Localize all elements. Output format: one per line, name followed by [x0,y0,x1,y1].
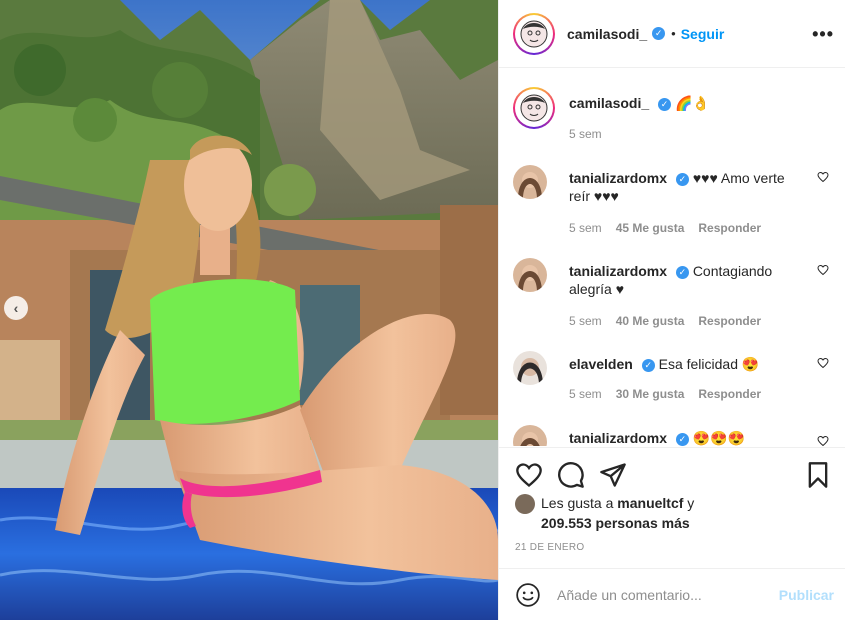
caption-text: 🌈👌 [674,95,710,111]
likes-suffix: y [683,495,695,511]
post-image [0,0,498,620]
comment-username[interactable]: tanializardomx [569,430,667,446]
chevron-left-icon: ‹ [13,300,19,316]
commenter-avatar[interactable] [513,425,547,446]
follow-button[interactable]: Seguir [681,26,725,42]
verified-icon: ✓ [675,432,689,446]
comments-list[interactable]: camilasodi_ ✓ 🌈👌 5 sem tanializardomx ✓ … [499,69,845,446]
caption-time[interactable]: 5 sem [569,127,602,141]
verified-icon: ✓ [675,172,689,186]
author-username[interactable]: camilasodi_ [567,26,647,42]
post-side-panel: camilasodi_ ✓ • Seguir ••• camilasodi_ ✓… [498,0,845,620]
emoji-icon[interactable] [515,582,541,608]
caption-username[interactable]: camilasodi_ [569,95,649,111]
comment-time[interactable]: 5 sem [569,221,602,235]
like-comment-heart-icon[interactable] [817,264,829,276]
comment-likes[interactable]: 30 Me gusta [616,387,685,401]
comment-time[interactable]: 5 sem [569,314,602,328]
comment-username[interactable]: tanializardomx [569,170,667,186]
verified-icon: ✓ [652,27,666,40]
add-comment-bar: Publicar [499,568,845,620]
comment-text: 😍😍😍 [692,430,746,446]
comment-item: tanializardomx ✓ ♥♥♥ Amo verte reír ♥♥♥ … [513,165,833,245]
comment-input[interactable] [557,586,767,603]
post-date[interactable]: 21 DE ENERO [515,542,584,553]
comment-likes[interactable]: 40 Me gusta [616,314,685,328]
like-comment-heart-icon[interactable] [817,171,829,183]
bookmark-icon[interactable] [804,461,832,489]
comment-time[interactable]: 5 sem [569,387,602,401]
reply-button[interactable]: Responder [698,314,761,328]
heart-icon[interactable] [515,461,543,489]
like-comment-heart-icon[interactable] [817,435,829,446]
commenter-avatar[interactable] [513,165,547,199]
post-header: camilasodi_ ✓ • Seguir ••• [499,0,845,68]
likes-count[interactable]: 209.553 personas más [541,515,690,531]
like-comment-heart-icon[interactable] [817,357,829,369]
caption: camilasodi_ ✓ 🌈👌 5 sem [513,87,833,151]
comment-text: Esa felicidad 😍 [658,356,760,372]
separator-dot: • [671,26,676,41]
verified-icon: ✓ [658,97,672,111]
publish-button[interactable]: Publicar [779,587,834,603]
author-avatar[interactable] [513,12,555,55]
commenter-avatar[interactable] [513,351,547,385]
comment-icon[interactable] [557,461,585,489]
post-photo[interactable]: ‹ [0,0,498,620]
reply-button[interactable]: Responder [698,387,761,401]
caption-avatar[interactable] [513,87,555,129]
comment-item: tanializardomx ✓ Contagiando alegría ♥ 5… [513,258,833,338]
previous-photo-button[interactable]: ‹ [4,296,28,320]
verified-icon: ✓ [675,265,689,279]
comment-item: tanializardomx ✓ 😍😍😍 [513,425,833,446]
comment-username[interactable]: tanializardomx [569,263,667,279]
likes-prefix: Les gusta a [541,495,618,511]
more-options-icon[interactable]: ••• [812,24,834,45]
avatar-illustration-icon [520,94,548,122]
reply-button[interactable]: Responder [698,221,761,235]
liker-username[interactable]: manueltcf [617,495,683,511]
comment-likes[interactable]: 45 Me gusta [616,221,685,235]
liker-avatar[interactable] [515,494,535,515]
share-icon[interactable] [599,461,627,489]
verified-icon: ✓ [641,358,655,372]
comment-username[interactable]: elavelden [569,356,633,372]
commenter-avatar[interactable] [513,258,547,292]
avatar-illustration-icon [520,20,548,47]
likes-summary: Les gusta a manueltcf y 209.553 personas… [515,494,835,533]
comment-item: elavelden ✓ Esa felicidad 😍 5 sem 30 Me … [513,351,833,411]
